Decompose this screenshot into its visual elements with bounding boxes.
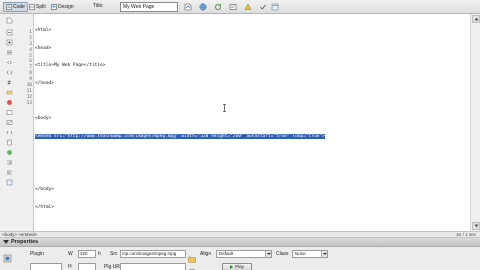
outdent-code-icon[interactable]	[5, 168, 13, 176]
code-line-selected[interactable]: <embed src="http://www.teachuwmp.com/ima…	[35, 134, 467, 140]
collapse-tag-icon[interactable]	[5, 28, 13, 36]
apply-comment-icon[interactable]	[5, 108, 13, 116]
status-bar: <body> <embed> 1K / 1 sec	[0, 231, 480, 238]
coding-toolbar: # 1 2 3 4 5 6 7 8 9 10 11 12 13	[0, 14, 34, 234]
browser-check-icon[interactable]	[270, 2, 280, 12]
height-label: H	[68, 264, 72, 270]
align-label: Align	[200, 251, 212, 257]
line-number: 13	[26, 100, 32, 106]
collapse-triangle-icon[interactable]	[3, 240, 9, 244]
code-text: <title>My Web Page</title>	[35, 63, 106, 69]
code-line[interactable]	[35, 169, 467, 175]
view-options-icon[interactable]	[228, 2, 238, 12]
align-select[interactable]: Default	[216, 250, 272, 258]
move-css-icon[interactable]	[5, 148, 13, 156]
remove-comment-icon[interactable]	[5, 118, 13, 126]
code-line[interactable]	[35, 99, 467, 105]
code-line[interactable]	[35, 152, 467, 158]
highlight-invalid-icon[interactable]	[5, 88, 13, 96]
scroll-down-icon[interactable]	[472, 222, 480, 230]
format-source-icon[interactable]	[5, 178, 13, 186]
text-cursor-icon	[222, 99, 227, 112]
properties-title: Properties	[11, 239, 39, 245]
properties-panel: Plugin W 320 h H Src mp.com/images/mpeg.…	[0, 247, 480, 270]
code-view-icon	[6, 4, 12, 10]
balance-braces-icon[interactable]	[5, 68, 13, 76]
line-numbers-icon[interactable]: #	[5, 78, 13, 86]
plugin-name-field[interactable]	[30, 263, 62, 270]
code-text: <html>	[35, 27, 52, 33]
code-line[interactable]: <html>	[35, 28, 467, 34]
code-text: </html>	[35, 204, 54, 210]
wrap-tag-icon[interactable]	[5, 128, 13, 136]
code-text: <body>	[35, 116, 52, 122]
page-title-input[interactable]: My Web Page	[120, 2, 178, 12]
split-view-button[interactable]: Split	[26, 2, 49, 12]
code-line[interactable]: </html>	[35, 205, 467, 211]
file-management-icon[interactable]	[183, 2, 193, 12]
play-button[interactable]: Play	[222, 263, 252, 270]
open-documents-icon[interactable]	[5, 16, 13, 24]
design-view-button[interactable]: Design	[48, 2, 77, 12]
vertical-scrollbar[interactable]	[470, 14, 480, 231]
collapse-selection-icon[interactable]	[5, 38, 13, 46]
src-field[interactable]: mp.com/images/mpeg.mpg	[120, 250, 186, 258]
design-view-icon	[51, 4, 57, 10]
code-line[interactable]: <title>My Web Page</title>	[35, 63, 467, 69]
width-label: W	[68, 251, 73, 257]
code-text: <head>	[35, 45, 52, 51]
expand-all-icon[interactable]	[5, 48, 13, 56]
code-editor[interactable]: <html> <head> <title>My Web Page</title>…	[35, 16, 467, 252]
split-view-label: Split	[36, 4, 46, 10]
code-view-button[interactable]: Code	[3, 2, 28, 12]
code-line[interactable]: </body>	[35, 187, 467, 193]
class-value: None	[295, 251, 306, 256]
code-view-label: Code	[13, 4, 25, 10]
split-view-icon	[29, 4, 35, 10]
selected-code-text: <embed src="http://www.teachuwmp.com/ima…	[35, 134, 325, 140]
code-text: </body>	[35, 187, 54, 193]
plugin-url-field[interactable]	[120, 263, 186, 270]
title-label: Title:	[93, 3, 104, 9]
width-unit: h	[98, 251, 101, 257]
align-value: Default	[219, 251, 234, 256]
src-label: Src	[110, 251, 118, 257]
design-view-label: Design	[58, 4, 74, 10]
visual-aids-icon[interactable]	[243, 2, 253, 12]
play-label: Play	[235, 264, 244, 269]
dropdown-arrow-icon	[321, 251, 327, 257]
code-text: </head>	[35, 80, 54, 86]
plugin-label: Plugin	[30, 251, 44, 257]
code-line[interactable]: <head>	[35, 46, 467, 52]
class-select[interactable]: None	[292, 250, 328, 258]
recent-snippets-icon[interactable]	[5, 138, 13, 146]
play-icon	[230, 264, 234, 269]
code-line[interactable]: </head>	[35, 81, 467, 87]
refresh-icon[interactable]	[213, 2, 223, 12]
properties-panel-header[interactable]: Properties	[0, 238, 480, 247]
width-field[interactable]: 320	[78, 250, 96, 258]
point-to-file-icon[interactable]	[188, 263, 196, 270]
plugin-icon	[3, 250, 12, 263]
syntax-error-icon[interactable]	[5, 98, 13, 106]
validate-markup-icon[interactable]	[258, 2, 268, 12]
dropdown-arrow-icon	[265, 251, 271, 257]
code-line[interactable]	[35, 223, 467, 229]
class-label: Class	[276, 251, 289, 257]
preview-browser-icon[interactable]	[198, 2, 208, 12]
select-parent-tag-icon[interactable]	[5, 58, 13, 66]
scroll-up-icon[interactable]	[472, 15, 480, 23]
height-field[interactable]	[78, 263, 96, 270]
document-toolbar: Code Split Design Title: My Web Page	[0, 0, 480, 14]
browse-folder-icon[interactable]	[188, 250, 196, 263]
line-numbers: 1 2 3 4 5 6 7 8 9 10 11 12 13	[18, 30, 32, 107]
svg-text:#: #	[7, 80, 11, 86]
indent-code-icon[interactable]	[5, 158, 13, 166]
code-line[interactable]: <body>	[35, 116, 467, 122]
